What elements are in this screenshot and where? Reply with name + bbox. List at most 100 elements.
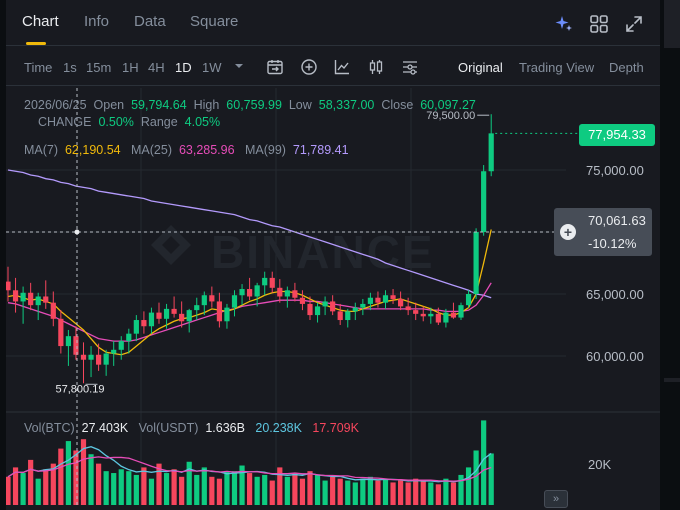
candle-body [88, 354, 94, 360]
scroll-to-latest-button[interactable]: » [544, 490, 568, 508]
volume-bar [488, 453, 494, 505]
open-value: 59,794.64 [131, 98, 187, 112]
volume-bar [322, 480, 328, 505]
volume-bar [405, 482, 411, 505]
candle-body [465, 294, 472, 306]
volume-bar [307, 471, 313, 505]
candle-body [209, 295, 215, 302]
volume-bar [224, 471, 230, 505]
candle-date: 2026/06/25 [24, 98, 87, 112]
ma-legend: MA(7) 62,190.54 MA(25) 63,285.96 MA(99) … [24, 143, 349, 157]
volume-bar [390, 482, 396, 505]
high-label: High [193, 98, 220, 112]
candle-body [450, 312, 457, 318]
range-label: Range [140, 115, 178, 129]
volume-bar [65, 441, 71, 505]
low-label: Low [288, 98, 312, 112]
candle-body [6, 281, 11, 291]
candle-body [254, 285, 260, 297]
volume-bar [231, 471, 238, 505]
candle-body [80, 354, 87, 360]
volume-bar [284, 476, 290, 505]
candle-body [35, 296, 41, 306]
candle-body [292, 290, 298, 298]
range-value: 4.05% [184, 115, 221, 129]
volume-bar [163, 473, 170, 505]
candle-body [307, 303, 313, 316]
volume-bar [375, 480, 381, 505]
close-value: 60,097.27 [420, 98, 476, 112]
volume-bar [352, 482, 358, 505]
candle-body [458, 305, 464, 318]
volume-bar [179, 476, 185, 505]
volume-bar [262, 474, 268, 505]
volume-bar [269, 480, 275, 505]
volume-bar [435, 484, 441, 505]
vol-ma-a-value: 20.238K [255, 421, 302, 435]
candle-body [224, 307, 230, 322]
candle-body [171, 308, 177, 314]
candle-body [231, 295, 238, 308]
crosshair-dot [74, 229, 80, 235]
volume-bar [43, 469, 49, 505]
volume-bar [111, 473, 117, 505]
candle-body [247, 289, 253, 297]
volume-bar [88, 454, 94, 505]
candle-body [337, 311, 343, 321]
low-marker-label: 57,800.19 [56, 383, 105, 395]
candle-body [141, 320, 147, 327]
volume-bar [209, 476, 215, 505]
volume-bar [141, 467, 147, 505]
candle-body [284, 290, 290, 297]
candle-body [239, 289, 245, 296]
candle-body [156, 312, 162, 319]
candle-body [428, 313, 434, 317]
volume-bar [194, 474, 200, 505]
candle-body [50, 302, 56, 319]
crosshair-price: 70,061.63 [588, 213, 646, 228]
vol-usdt-value: 1.636B [205, 421, 245, 435]
price-tick-75000: 75,000.00 [586, 163, 644, 178]
right-edge-panel [664, 0, 680, 510]
close-label: Close [381, 98, 414, 112]
candle-body [488, 133, 494, 172]
volume-bar [96, 463, 102, 505]
candle-body [118, 341, 124, 350]
candle-body [330, 301, 336, 312]
candle-body [12, 290, 19, 302]
volume-bar [367, 476, 373, 505]
volume-bar [171, 469, 177, 505]
candle-body [420, 313, 426, 317]
volume-tick-20k: 20K [588, 457, 612, 472]
volume-bar [156, 463, 162, 505]
candle-body [28, 292, 34, 306]
volume-bar [299, 478, 306, 505]
high-marker-label: 79,500.00 [426, 110, 475, 122]
volume-bar [465, 467, 472, 505]
candle-body [405, 306, 411, 311]
change-value: 0.50% [98, 115, 134, 129]
candle-body [345, 311, 351, 321]
ma99-label: MA(99) [244, 143, 286, 157]
candle-body [262, 277, 268, 286]
candle-body [322, 301, 328, 307]
candle-body [382, 295, 389, 303]
candle-body [133, 320, 139, 334]
candle-body [299, 297, 306, 304]
ohlc-line-2: CHANGE 0.50% Range 4.05% [38, 115, 220, 129]
volume-bar [413, 478, 419, 505]
candle-body [216, 301, 222, 322]
volume-bar [216, 478, 222, 505]
candle-body [443, 312, 449, 323]
candle-body [352, 307, 358, 312]
add-alert-icon[interactable]: + [560, 224, 576, 240]
volume-bar [420, 480, 426, 505]
volume-bar [118, 469, 124, 505]
candle-body [58, 318, 64, 347]
volume-bar [254, 476, 260, 505]
candle-body [435, 313, 441, 323]
volume-bar [473, 450, 479, 505]
volume-bar [428, 482, 434, 505]
volume-legend: Vol(BTC) 27.403K Vol(USDT) 1.636B 20.238… [24, 421, 359, 435]
crosshair-change: -10.12% [588, 236, 637, 251]
